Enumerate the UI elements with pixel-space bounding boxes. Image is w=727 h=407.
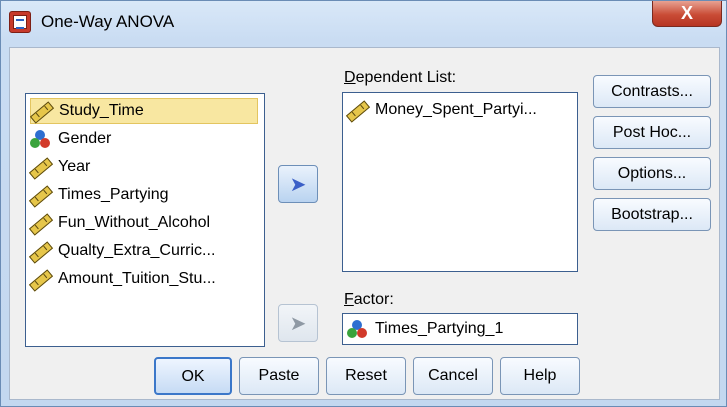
dependent-list-item[interactable]: Money_Spent_Partyi... [347, 97, 537, 123]
cancel-button[interactable]: Cancel [413, 357, 493, 395]
variable-label: Fun_Without_Alcohol [58, 214, 211, 231]
title-bar: One-Way ANOVA X [1, 1, 726, 45]
list-item-year[interactable]: Year [30, 154, 90, 180]
factor-field[interactable]: Times_Partying_1 [342, 313, 578, 345]
right-arrow-icon: ➤ [289, 173, 307, 196]
variable-label: Study_Time [59, 102, 144, 119]
dialog-window: One-Way ANOVA X Study_Time Gender Year T… [0, 0, 727, 407]
close-button[interactable]: X [652, 1, 722, 27]
variable-label: Qualty_Extra_Curric... [58, 242, 216, 259]
factor-label: Factor: [344, 291, 394, 308]
window-title: One-Way ANOVA [41, 12, 175, 31]
options-button[interactable]: Options... [593, 157, 711, 190]
factor-variable-label: Times_Partying_1 [375, 320, 504, 337]
ruler-icon [30, 213, 50, 233]
move-to-factor-button[interactable]: ➤ [278, 304, 318, 342]
move-to-dependent-button[interactable]: ➤ [278, 165, 318, 203]
variable-label: Amount_Tuition_Stu... [58, 270, 216, 287]
reset-button[interactable]: Reset [326, 357, 406, 395]
nominal-balls-icon [30, 129, 50, 149]
ruler-icon [347, 100, 367, 120]
ruler-icon [30, 185, 50, 205]
post-hoc-button[interactable]: Post Hoc... [593, 116, 711, 149]
ruler-icon [30, 269, 50, 289]
spss-app-icon [9, 11, 31, 33]
list-item-qualty-extra-curric[interactable]: Qualty_Extra_Curric... [30, 238, 215, 264]
help-button[interactable]: Help [500, 357, 580, 395]
variable-label: Year [58, 158, 91, 175]
nominal-balls-icon [347, 319, 367, 339]
dependent-list-label-rest: ependent List: [355, 69, 457, 86]
contrasts-button[interactable]: Contrasts... [593, 75, 711, 108]
variable-label: Gender [58, 130, 112, 147]
list-item-times-partying[interactable]: Times_Partying [30, 182, 169, 208]
dialog-body: Study_Time Gender Year Times_Partying Fu… [9, 47, 720, 400]
dependent-list-label: Dependent List: [344, 69, 457, 86]
factor-item[interactable]: Times_Partying_1 [347, 316, 503, 342]
ok-button[interactable]: OK [154, 357, 232, 395]
dependent-variable-label: Money_Spent_Partyi... [375, 101, 537, 118]
list-item-amount-tuition[interactable]: Amount_Tuition_Stu... [30, 266, 216, 292]
paste-button[interactable]: Paste [239, 357, 319, 395]
list-item-fun-without-alcohol[interactable]: Fun_Without_Alcohol [30, 210, 210, 236]
ruler-icon [31, 101, 51, 121]
variable-list[interactable]: Study_Time Gender Year Times_Partying Fu… [25, 93, 265, 347]
dependent-list[interactable]: Money_Spent_Partyi... [342, 92, 578, 272]
list-item-gender[interactable]: Gender [30, 126, 111, 152]
list-item-study-time[interactable]: Study_Time [30, 98, 258, 124]
ruler-icon [30, 157, 50, 177]
variable-label: Times_Partying [58, 186, 169, 203]
right-arrow-icon: ➤ [289, 312, 307, 335]
bootstrap-button[interactable]: Bootstrap... [593, 198, 711, 231]
ruler-icon [30, 241, 50, 261]
